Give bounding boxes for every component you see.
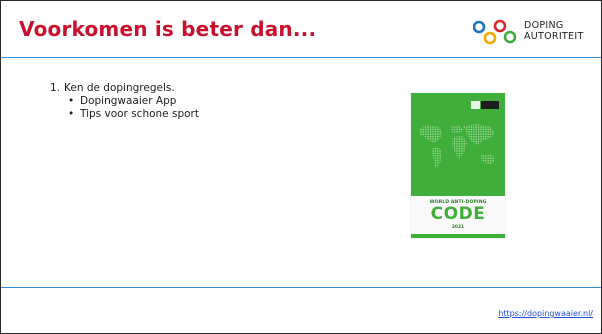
- doping-autoriteit-logo: DOPING AUTORITEIT: [473, 13, 597, 49]
- footer-divider: [1, 287, 601, 288]
- logo-text-line1: DOPING: [524, 20, 564, 31]
- book-cover-title-panel: WORLD ANTI-DOPING CODE 2021: [411, 196, 505, 234]
- header-divider: [1, 57, 601, 58]
- sub-list: Dopingwaaier App Tips voor schone sport: [50, 95, 199, 121]
- world-map-icon: [419, 124, 495, 169]
- slide: Voorkomen is beter dan... DOPING AUTORIT…: [0, 0, 602, 334]
- list-item-text: Ken de dopingregels.: [64, 82, 175, 94]
- dopingwaaier-link[interactable]: https://dopingwaaier.nl/: [498, 309, 593, 318]
- wada-code-book-cover: WORLD ANTI-DOPING CODE 2021: [411, 93, 505, 238]
- sub-list-item: Dopingwaaier App: [68, 95, 199, 108]
- content-list: 1.Ken de dopingregels. Dopingwaaier App …: [50, 82, 199, 121]
- doping-autoriteit-logo-icon: [473, 19, 517, 45]
- book-cover-bottom-stripe: [411, 234, 505, 238]
- logo-text-line2: AUTORITEIT: [524, 31, 584, 42]
- book-cover-green-panel: [411, 93, 505, 196]
- list-item-number: 1.: [50, 82, 61, 94]
- book-year: 2021: [451, 225, 465, 230]
- wada-badge: [481, 101, 499, 109]
- slide-title: Voorkomen is beter dan...: [19, 17, 317, 41]
- sub-list-item: Tips voor schone sport: [68, 108, 199, 121]
- book-title: CODE: [430, 204, 486, 224]
- logo-text: DOPING AUTORITEIT: [524, 20, 584, 42]
- book-badge-label: [471, 101, 480, 109]
- list-item: 1. Ken de dopingregels.: [50, 82, 199, 95]
